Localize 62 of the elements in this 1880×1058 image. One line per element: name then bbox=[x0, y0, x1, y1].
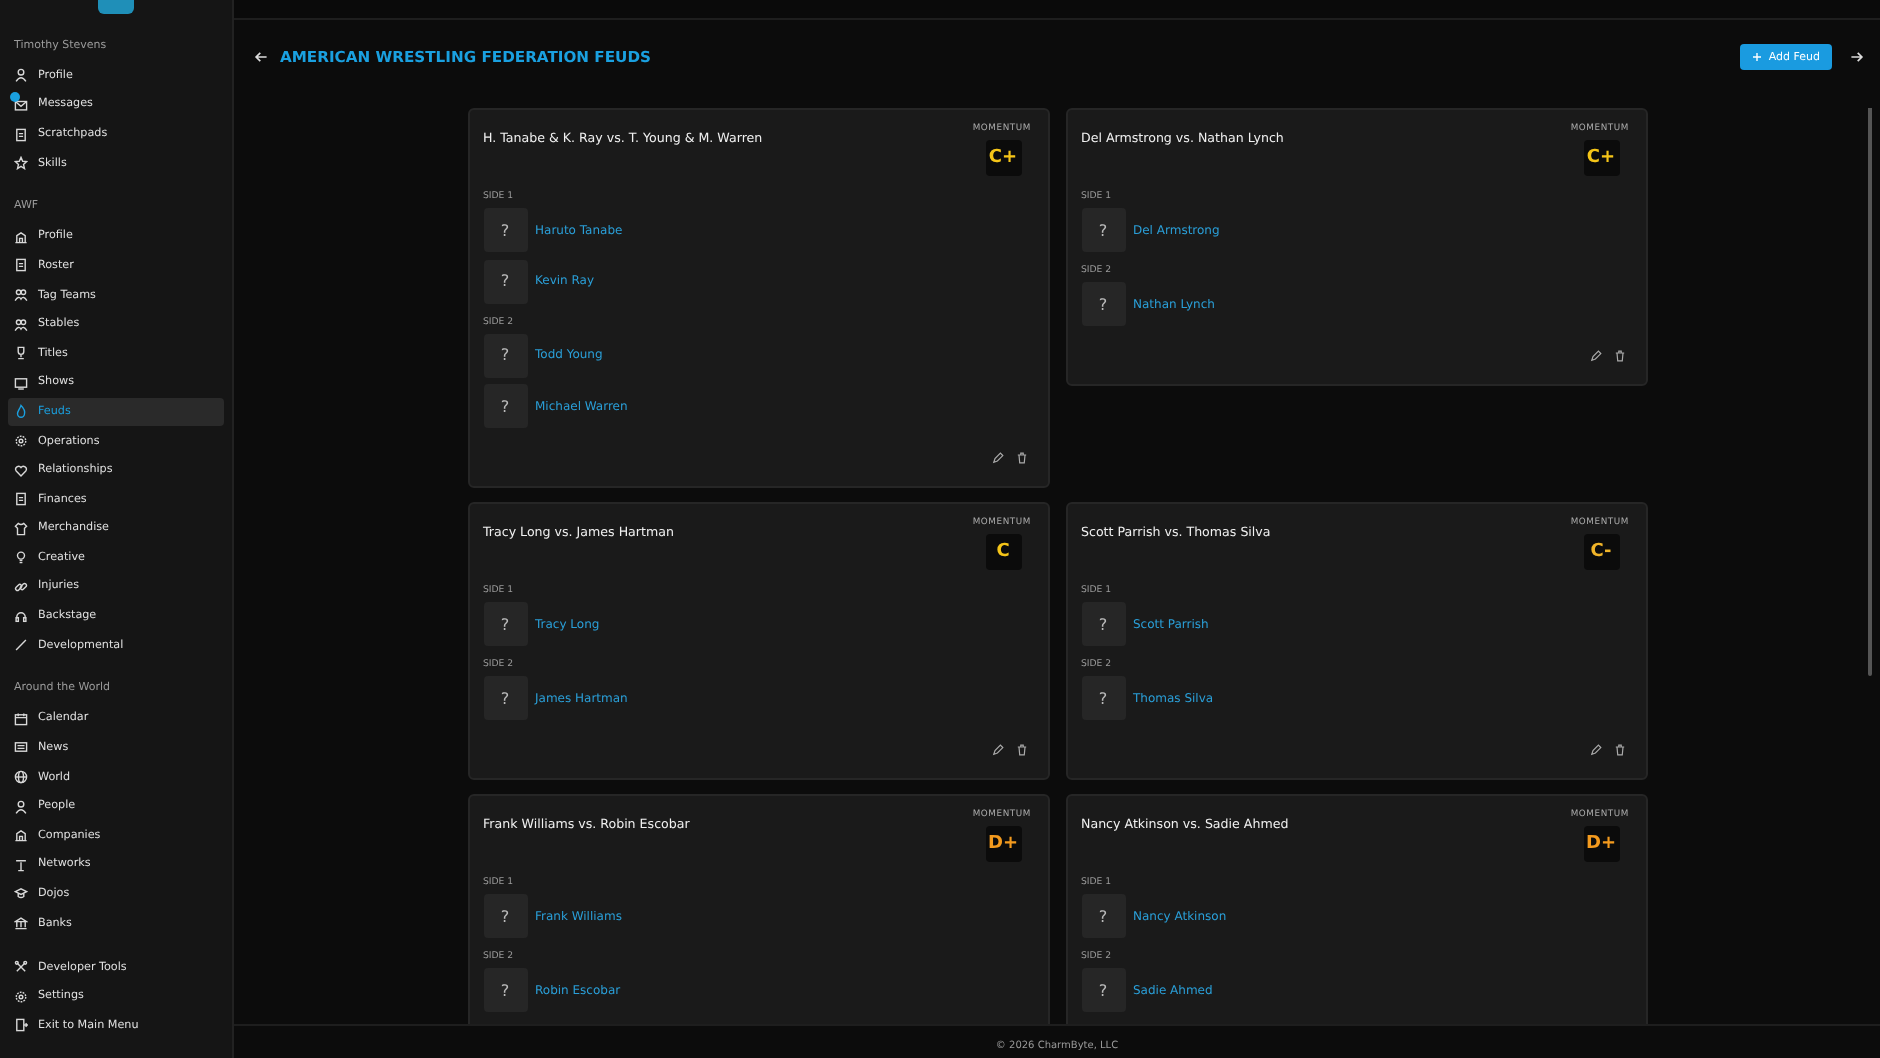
envelope-icon bbox=[14, 97, 28, 112]
question-mark-avatar: ? bbox=[1081, 602, 1125, 647]
person-icon bbox=[14, 799, 28, 814]
newspaper-icon bbox=[14, 740, 28, 755]
pencil-icon[interactable] bbox=[991, 744, 1003, 757]
momentum-grade: C+ bbox=[1583, 140, 1619, 176]
momentum-grade: C- bbox=[1583, 534, 1619, 571]
scrollbar-thumb[interactable] bbox=[1868, 108, 1872, 676]
shirt-icon bbox=[14, 521, 28, 536]
bank-icon bbox=[14, 916, 28, 931]
pencil-icon[interactable] bbox=[1589, 350, 1601, 362]
question-mark-avatar: ? bbox=[483, 676, 527, 721]
forward-arrow-icon[interactable] bbox=[1850, 50, 1864, 64]
crossed-tools-icon bbox=[14, 960, 28, 975]
line-icon bbox=[14, 638, 28, 653]
globe-icon bbox=[14, 770, 28, 785]
person-icon bbox=[14, 68, 28, 83]
pencil-icon[interactable] bbox=[991, 452, 1003, 465]
chain-link-icon bbox=[14, 579, 28, 594]
question-mark-avatar: ? bbox=[1081, 282, 1125, 326]
door-icon bbox=[14, 1018, 28, 1033]
document-icon bbox=[14, 492, 28, 507]
momentum-grade: C+ bbox=[985, 140, 1021, 176]
question-mark-avatar: ? bbox=[483, 384, 527, 429]
plus-icon bbox=[1752, 52, 1763, 62]
trophy-icon bbox=[14, 346, 28, 361]
document-icon bbox=[14, 258, 28, 273]
star-icon bbox=[14, 156, 28, 171]
headset-icon bbox=[14, 609, 28, 624]
settings-icon bbox=[14, 989, 28, 1004]
lightbulb-icon bbox=[14, 550, 28, 565]
pencil-icon[interactable] bbox=[1589, 744, 1601, 757]
logo-icon bbox=[98, 0, 134, 14]
trash-icon[interactable] bbox=[1015, 744, 1027, 757]
question-mark-avatar: ? bbox=[1081, 676, 1125, 721]
document-icon bbox=[14, 127, 28, 142]
graduation-cap-icon bbox=[14, 886, 28, 901]
heart-icon bbox=[14, 463, 28, 478]
trash-icon[interactable] bbox=[1015, 452, 1027, 465]
momentum-grade: D+ bbox=[1583, 826, 1619, 863]
question-mark-avatar: ? bbox=[483, 333, 527, 378]
calendar-icon bbox=[14, 711, 28, 726]
question-mark-avatar: ? bbox=[483, 259, 527, 304]
trash-icon[interactable] bbox=[1613, 744, 1625, 757]
question-mark-avatar: ? bbox=[1081, 894, 1125, 939]
momentum-grade: D+ bbox=[985, 826, 1021, 863]
question-mark-avatar: ? bbox=[483, 208, 527, 252]
screen-icon bbox=[14, 375, 28, 390]
building-icon bbox=[14, 828, 28, 843]
trash-icon[interactable] bbox=[1613, 350, 1625, 362]
people-icon bbox=[14, 288, 28, 303]
back-arrow-icon[interactable] bbox=[254, 50, 268, 64]
people-icon bbox=[14, 317, 28, 332]
question-mark-avatar: ? bbox=[1081, 208, 1125, 252]
question-mark-avatar: ? bbox=[1081, 968, 1125, 1013]
question-mark-avatar: ? bbox=[483, 968, 527, 1013]
momentum-grade: C bbox=[985, 534, 1021, 571]
question-mark-avatar: ? bbox=[483, 602, 527, 647]
antenna-icon bbox=[14, 857, 28, 872]
building-icon bbox=[14, 229, 28, 244]
question-mark-avatar: ? bbox=[483, 894, 527, 939]
settings-icon bbox=[14, 434, 28, 449]
